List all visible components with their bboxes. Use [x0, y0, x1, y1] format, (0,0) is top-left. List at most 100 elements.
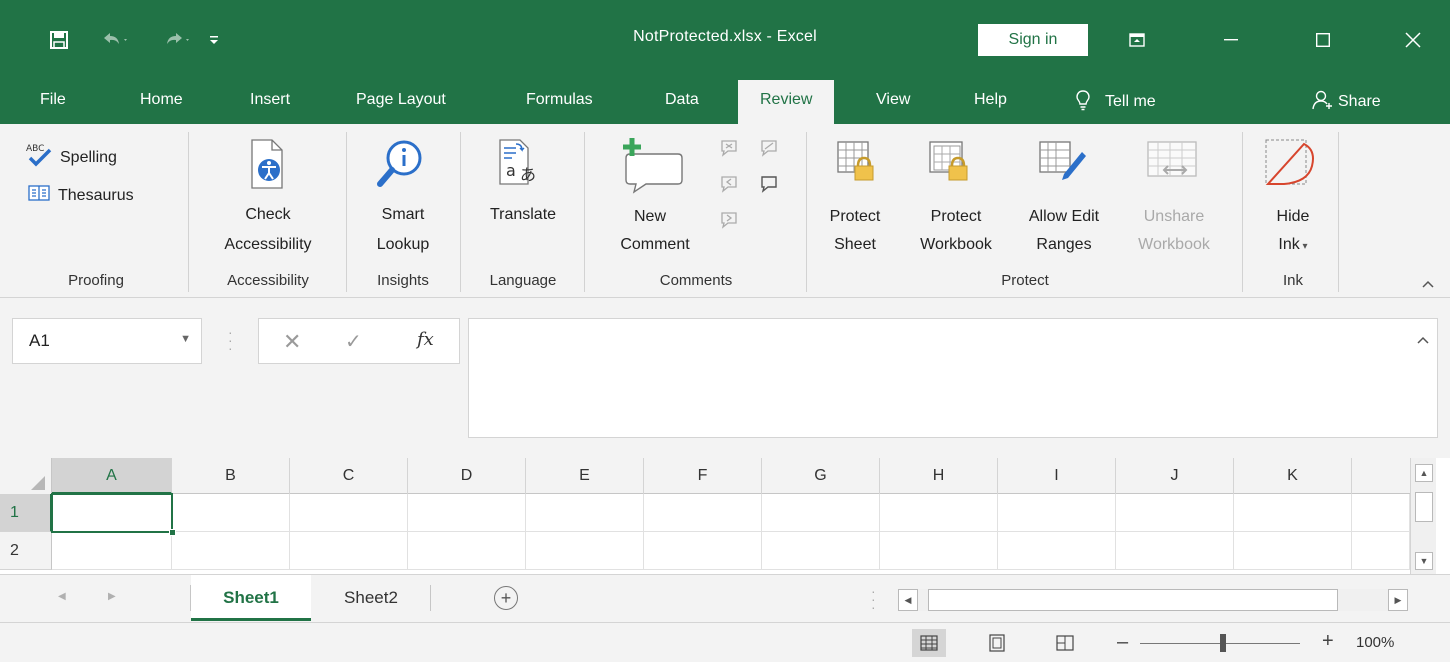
spelling-button[interactable]: ABC Spelling — [26, 142, 117, 173]
new-sheet-plus-icon[interactable]: + — [494, 586, 518, 610]
cell[interactable] — [1234, 494, 1352, 532]
tab-help[interactable]: Help — [974, 80, 1007, 124]
select-all-button[interactable] — [0, 458, 52, 494]
vertical-scroll-thumb[interactable] — [1415, 492, 1433, 522]
protect-sheet-icon[interactable] — [836, 138, 876, 188]
horizontal-scroll-thumb[interactable] — [928, 589, 1338, 611]
zoom-level[interactable]: 100% — [1356, 634, 1394, 651]
scroll-right-icon[interactable]: ▶ — [1388, 589, 1408, 611]
column-header-f[interactable]: F — [644, 458, 762, 494]
cell[interactable] — [52, 532, 172, 570]
cell[interactable] — [880, 532, 998, 570]
column-header-g[interactable]: G — [762, 458, 880, 494]
zoom-slider-thumb[interactable] — [1220, 634, 1226, 652]
thesaurus-button[interactable]: Thesaurus — [28, 184, 134, 207]
cell[interactable] — [762, 532, 880, 570]
tab-split-handle[interactable]: · · · — [871, 584, 876, 614]
tab-file[interactable]: File — [40, 80, 66, 124]
cancel-icon[interactable]: ✕ — [283, 329, 301, 355]
minimize-button[interactable] — [1208, 22, 1254, 58]
protect-workbook-icon[interactable] — [928, 138, 972, 188]
collapse-ribbon-icon[interactable] — [1418, 274, 1438, 294]
tab-formulas[interactable]: Formulas — [526, 80, 593, 124]
translate-icon[interactable]: aあ — [496, 138, 546, 194]
cell[interactable] — [172, 532, 290, 570]
cell[interactable] — [998, 532, 1116, 570]
next-comment-icon[interactable] — [718, 210, 740, 234]
column-header-e[interactable]: E — [526, 458, 644, 494]
cell[interactable] — [1116, 532, 1234, 570]
cell[interactable] — [1116, 494, 1234, 532]
cell[interactable] — [644, 494, 762, 532]
cell[interactable] — [526, 532, 644, 570]
tab-data[interactable]: Data — [665, 80, 699, 124]
hide-ink-icon[interactable] — [1264, 138, 1326, 192]
maximize-button[interactable] — [1300, 22, 1346, 58]
column-header-h[interactable]: H — [880, 458, 998, 494]
sign-in-button[interactable]: Sign in — [978, 24, 1088, 56]
column-header-a[interactable]: A — [52, 458, 172, 494]
column-header-k[interactable]: K — [1234, 458, 1352, 494]
scroll-down-icon[interactable]: ▼ — [1415, 552, 1433, 570]
vertical-scrollbar[interactable]: ▲ ▼ — [1410, 458, 1436, 574]
name-box[interactable]: A1 ▼ — [12, 318, 202, 364]
column-header-c[interactable]: C — [290, 458, 408, 494]
cell[interactable] — [1352, 494, 1410, 532]
cell[interactable] — [408, 494, 526, 532]
sheet-tab-sheet2[interactable]: Sheet2 — [314, 575, 428, 621]
column-header-i[interactable]: I — [998, 458, 1116, 494]
cell[interactable] — [408, 532, 526, 570]
tab-view[interactable]: View — [876, 80, 910, 124]
cell[interactable] — [290, 532, 408, 570]
scroll-up-icon[interactable]: ▲ — [1415, 464, 1433, 482]
cell[interactable] — [1234, 532, 1352, 570]
tab-home[interactable]: Home — [140, 80, 183, 124]
cell[interactable] — [290, 494, 408, 532]
delete-comment-icon[interactable] — [718, 138, 740, 162]
ribbon-display-options-icon[interactable] — [1114, 22, 1160, 58]
cell[interactable] — [762, 494, 880, 532]
tab-page-layout[interactable]: Page Layout — [356, 80, 446, 124]
normal-view-icon[interactable] — [912, 629, 946, 657]
scroll-tabs-left-icon[interactable]: ◀ — [58, 591, 66, 602]
cell[interactable] — [1352, 532, 1410, 570]
column-header-b[interactable]: B — [172, 458, 290, 494]
collapse-formula-bar-icon[interactable] — [1417, 333, 1429, 347]
tab-insert[interactable]: Insert — [250, 80, 290, 124]
zoom-in-button[interactable]: + — [1322, 630, 1334, 653]
cell[interactable] — [526, 494, 644, 532]
sheet-tab-sheet1[interactable]: Sheet1 — [191, 575, 311, 621]
cell[interactable] — [644, 532, 762, 570]
hide-ink-dropdown[interactable]: Ink ▾ — [1250, 232, 1336, 260]
check-accessibility-icon[interactable] — [248, 138, 288, 194]
column-header-d[interactable]: D — [408, 458, 526, 494]
enter-check-icon[interactable]: ✓ — [345, 329, 362, 354]
formula-input[interactable] — [468, 318, 1438, 438]
name-box-dropdown-icon[interactable]: ▼ — [180, 333, 191, 345]
tell-me-search[interactable]: Tell me — [1075, 80, 1156, 124]
share-button[interactable]: Share — [1312, 80, 1381, 124]
insert-function-icon[interactable]: fx — [417, 329, 434, 350]
show-all-comments-icon[interactable] — [758, 174, 780, 198]
page-break-preview-icon[interactable] — [1048, 629, 1082, 657]
close-button[interactable] — [1390, 22, 1436, 58]
scroll-left-icon[interactable]: ◀ — [898, 589, 918, 611]
horizontal-scrollbar[interactable]: ◀ ▶ — [898, 589, 1408, 611]
column-header-j[interactable]: J — [1116, 458, 1234, 494]
scroll-tabs-right-icon[interactable]: ▶ — [108, 591, 116, 602]
cell[interactable] — [998, 494, 1116, 532]
zoom-out-button[interactable]: – — [1117, 631, 1128, 654]
active-cell-a1[interactable] — [51, 493, 176, 536]
tab-review[interactable]: Review — [738, 80, 835, 126]
new-comment-icon[interactable] — [620, 136, 686, 198]
smart-lookup-icon[interactable] — [374, 138, 426, 194]
previous-comment-icon[interactable] — [718, 174, 740, 198]
page-layout-view-icon[interactable] — [980, 629, 1014, 657]
cell[interactable] — [880, 494, 998, 532]
fill-handle[interactable] — [169, 529, 176, 536]
allow-edit-ranges-icon[interactable] — [1038, 138, 1088, 188]
row-header-1[interactable]: 1 — [0, 494, 52, 532]
formula-bar-resize-handle[interactable]: · · · — [228, 325, 233, 355]
row-header-2[interactable]: 2 — [0, 532, 52, 570]
show-comment-icon[interactable] — [758, 138, 780, 162]
